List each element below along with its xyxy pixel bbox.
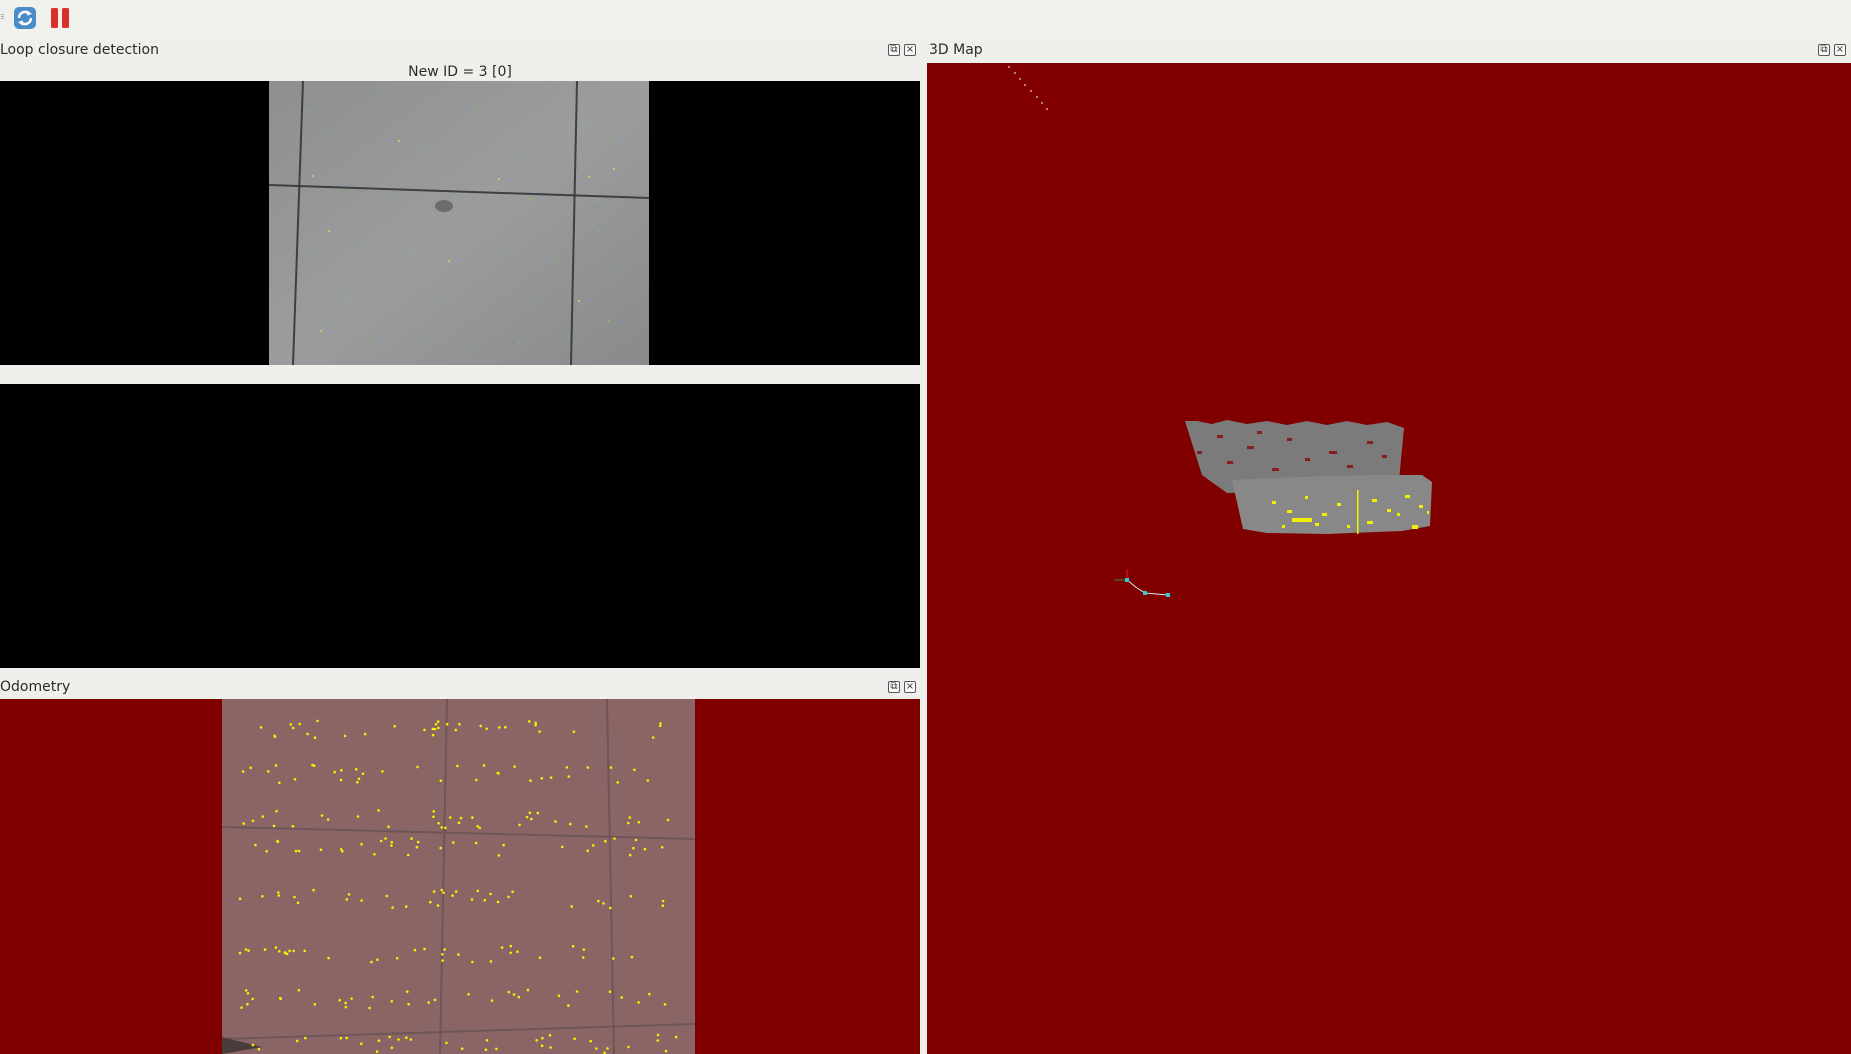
- float-dock-icon[interactable]: ⧉: [888, 681, 900, 693]
- loop-closure-dock-buttons: ⧉ ×: [888, 44, 916, 56]
- odometry-view[interactable]: [0, 699, 920, 1054]
- odometry-image: [222, 699, 695, 1054]
- refresh-icon[interactable]: [12, 5, 38, 31]
- loop-closure-old-image-view[interactable]: [0, 384, 920, 668]
- close-dock-icon[interactable]: ×: [904, 44, 916, 56]
- odometry-title: Odometry: [0, 679, 71, 695]
- float-dock-icon[interactable]: ⧉: [1818, 44, 1830, 56]
- 3d-map-title: 3D Map: [929, 42, 983, 58]
- close-dock-icon[interactable]: ×: [904, 681, 916, 693]
- 3d-map-dock-buttons: ⧉ ×: [1818, 44, 1846, 56]
- odometry-dock-buttons: ⧉ ×: [888, 681, 916, 693]
- float-dock-icon[interactable]: ⧉: [888, 44, 900, 56]
- close-dock-icon[interactable]: ×: [1834, 44, 1846, 56]
- main-toolbar: [0, 0, 1851, 36]
- 3d-point-cloud: [1008, 66, 1432, 597]
- pause-icon[interactable]: [47, 5, 73, 31]
- new-id-label: New ID = 3 [0]: [408, 64, 512, 80]
- loop-closure-title: Loop closure detection: [0, 42, 159, 58]
- new-image: [269, 81, 649, 365]
- toolbar-grip[interactable]: [1, 14, 4, 20]
- loop-closure-new-image-view[interactable]: [0, 81, 920, 365]
- 3d-map-view[interactable]: [927, 63, 1851, 1054]
